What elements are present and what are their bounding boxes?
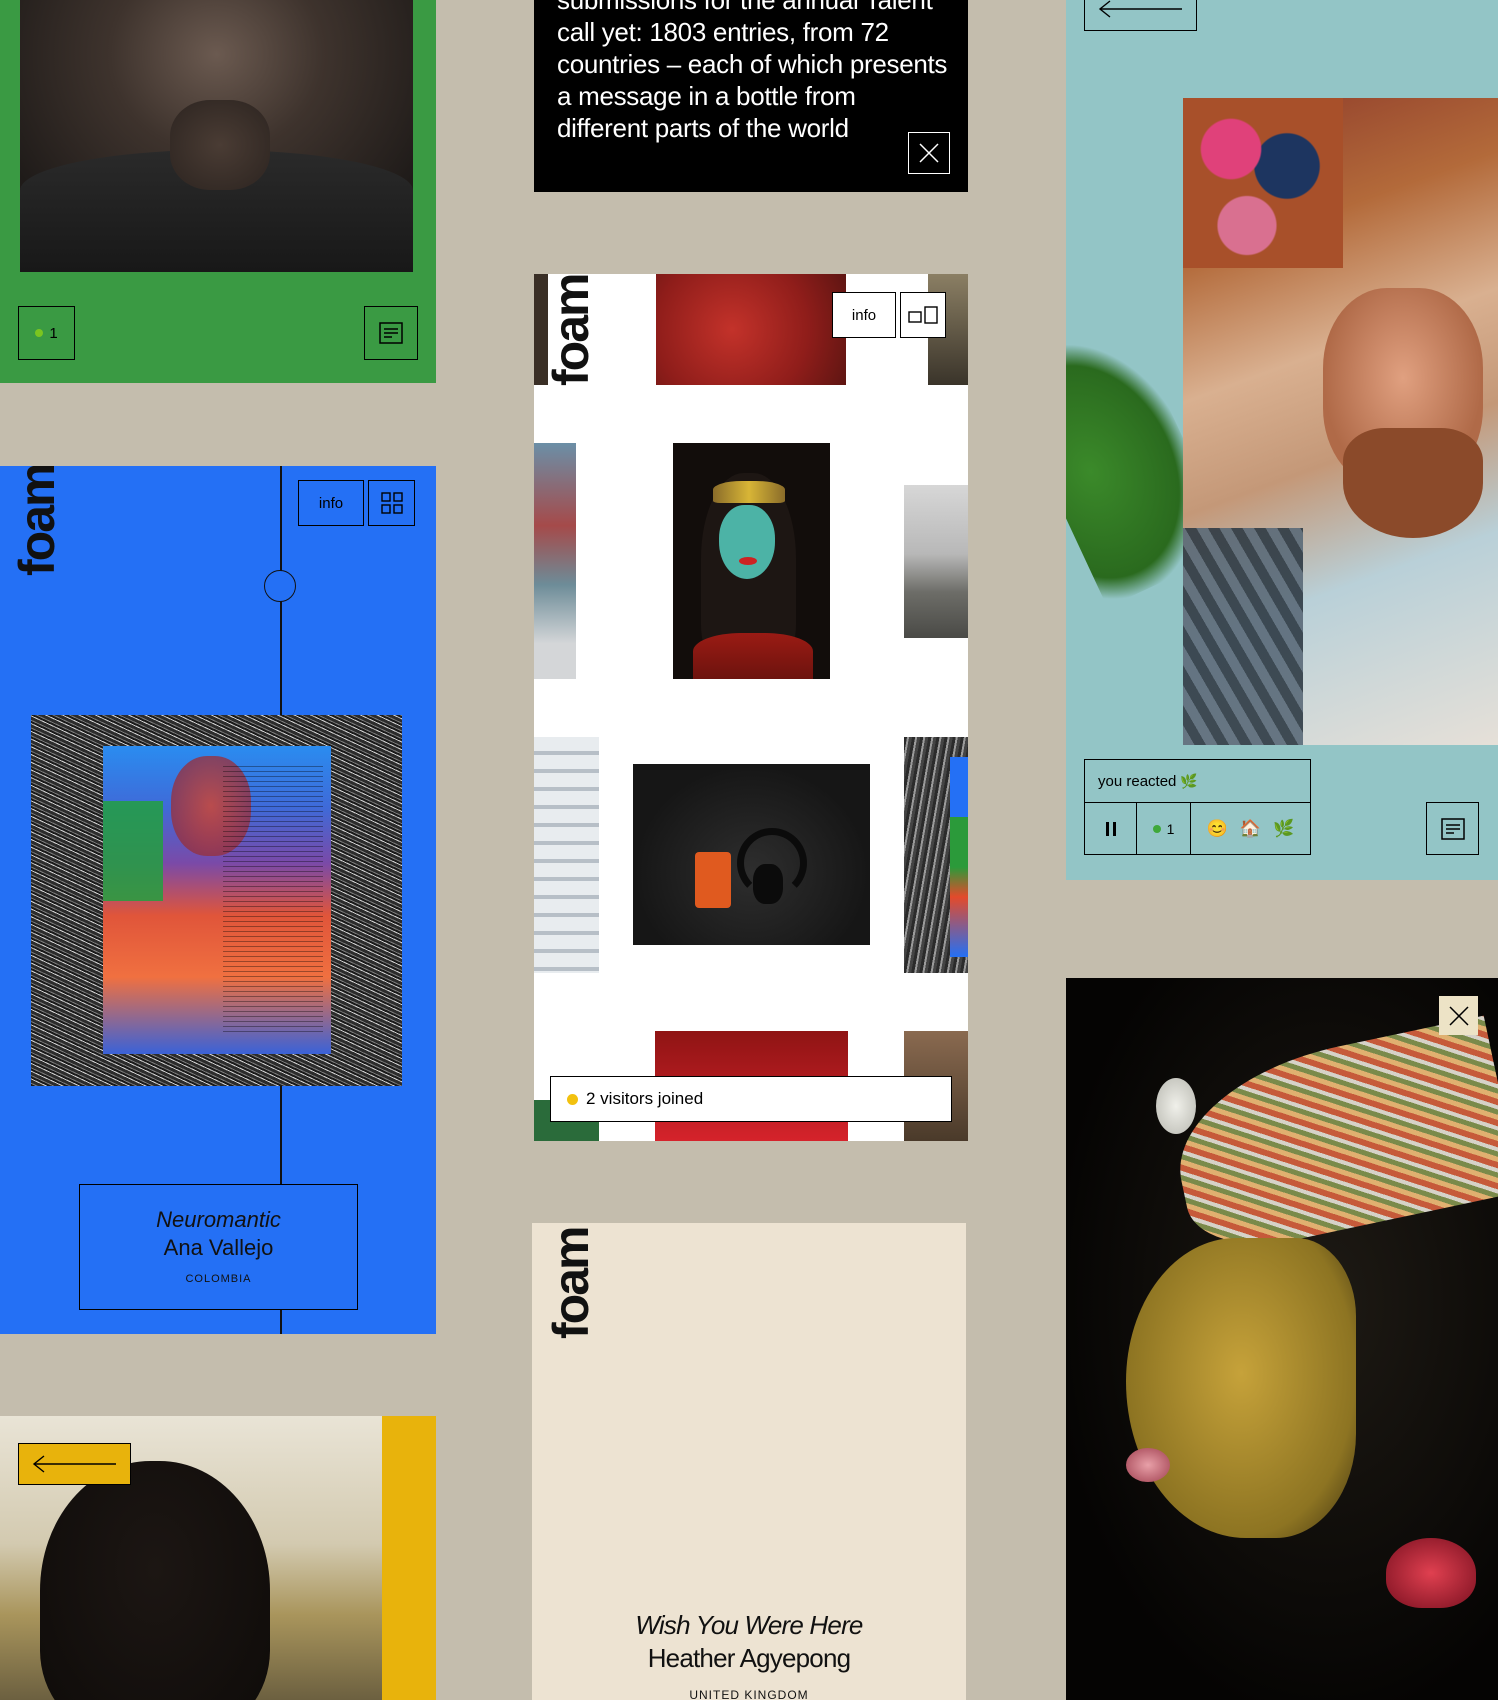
- viewer-count-button[interactable]: 1: [1136, 802, 1191, 855]
- earcup-shape: [753, 864, 783, 904]
- visitors-text: 2 visitors joined: [586, 1089, 704, 1108]
- artist-country: COLOMBIA: [185, 1273, 252, 1285]
- artwork-caption[interactable]: Wish You Were Here Heather Agyepong UNIT…: [532, 1610, 966, 1700]
- gallery-thumb-blinds[interactable]: [534, 737, 599, 973]
- gallery-thumb-masked-portrait[interactable]: [673, 443, 830, 679]
- details-button[interactable]: [1426, 802, 1479, 855]
- details-button[interactable]: [364, 306, 418, 360]
- leaf-emoji-button[interactable]: 🌿: [1273, 819, 1294, 839]
- close-icon: [1448, 1005, 1469, 1026]
- yellow-video-panel: [0, 1416, 436, 1700]
- close-icon: [919, 143, 939, 163]
- black-text-banner: submissions for the annual Talent call y…: [534, 0, 968, 192]
- lips-shape: [739, 557, 757, 565]
- banner-text: submissions for the annual Talent call y…: [557, 0, 948, 143]
- text-overlay: [223, 766, 323, 1036]
- viewer-count-button[interactable]: 1: [18, 306, 75, 360]
- artist-name: Ana Vallejo: [163, 1235, 274, 1260]
- artist-country: UNITED KINGDOM: [689, 1688, 809, 1700]
- info-label: info: [318, 494, 344, 512]
- headdress-shape: [713, 481, 785, 503]
- live-dot-icon: [1152, 824, 1161, 833]
- gallery-thumb-headphones[interactable]: [633, 764, 870, 945]
- teal-video-panel: you reacted 🌿 1 😊 🏠 🌿: [1066, 0, 1498, 880]
- cream-artwork-panel: foam Wish You Were Here Heather Agyepong…: [532, 1223, 966, 1700]
- reaction-text: you reacted: [1098, 772, 1177, 790]
- green-video-panel: 1: [0, 0, 436, 383]
- info-button[interactable]: info: [298, 480, 364, 526]
- portrait-panel: [1066, 978, 1498, 1700]
- portrait-photo-face: [20, 0, 413, 272]
- flowers-shape: [1183, 98, 1343, 268]
- blue-artwork-panel: foam info Neuromantic Ana Vallejo COLOMB…: [0, 466, 436, 1334]
- pause-button[interactable]: [1084, 802, 1137, 855]
- gallery-thumb-landscape[interactable]: [904, 485, 968, 638]
- artwork-neuromantic[interactable]: [31, 715, 402, 1086]
- red-garment-shape: [693, 633, 813, 679]
- grid-view-button[interactable]: [368, 480, 415, 526]
- status-dot-icon: [567, 1093, 578, 1105]
- banner-close-button[interactable]: [908, 132, 950, 174]
- document-icon: [1440, 817, 1465, 840]
- split-view-icon: [908, 306, 938, 324]
- document-icon: [379, 322, 403, 344]
- glitch-color-strip: [950, 757, 968, 957]
- artwork-caption[interactable]: Neuromantic Ana Vallejo COLOMBIA: [79, 1184, 358, 1310]
- foam-logo: foam: [9, 466, 65, 576]
- back-button[interactable]: [1084, 0, 1197, 31]
- info-button[interactable]: info: [832, 292, 896, 338]
- foam-logo: foam: [543, 274, 599, 386]
- lips-shape: [1126, 1448, 1170, 1482]
- headdress-beads-shape: [1160, 1015, 1498, 1261]
- artwork-figure: [103, 746, 331, 1054]
- arrow-left-icon: [32, 1455, 116, 1473]
- leaf-emoji-icon: 🌿: [1180, 772, 1198, 789]
- live-dot-icon: [35, 329, 44, 337]
- neck-shape: [170, 100, 270, 190]
- grid-icon: [380, 492, 403, 514]
- timeline-node[interactable]: [264, 570, 296, 602]
- chain-shape: [1183, 528, 1303, 745]
- emoji-reactions: 😊 🏠 🌿: [1190, 802, 1311, 855]
- info-label: info: [851, 306, 877, 324]
- gallery-thumb-market[interactable]: [534, 443, 576, 679]
- gallery-thumb-glitch[interactable]: [904, 737, 968, 973]
- viewer-count: 1: [1166, 820, 1175, 837]
- artist-name: Heather Agyepong: [647, 1643, 851, 1673]
- beard-shape: [1343, 428, 1483, 538]
- artwork-title: Wish You Were Here: [635, 1610, 863, 1640]
- green-block: [103, 801, 163, 901]
- head-shape: [40, 1461, 270, 1700]
- reaction-label: you reacted 🌿: [1084, 759, 1311, 803]
- arrow-left-icon: [1098, 0, 1182, 18]
- gallery-thumb-red-fabric[interactable]: [656, 274, 846, 385]
- viewer-count: 1: [49, 324, 58, 342]
- pause-icon: [1105, 821, 1116, 836]
- view-toggle-button[interactable]: [900, 292, 946, 338]
- back-button[interactable]: [18, 1443, 131, 1485]
- smile-emoji-button[interactable]: 😊: [1207, 819, 1228, 839]
- collage-artwork-photo: [1183, 98, 1498, 745]
- earring-shape: [1386, 1538, 1476, 1608]
- foam-logo: foam: [543, 1227, 599, 1339]
- visitors-toast: 2 visitors joined: [550, 1076, 952, 1122]
- orange-device-shape: [695, 852, 731, 908]
- yellow-face-shape: [1126, 1238, 1356, 1538]
- gallery-panel: foam info 2 visitors joined: [534, 274, 968, 1141]
- face-mask-shape: [719, 505, 775, 579]
- beaded-portrait-photo: [1066, 978, 1498, 1700]
- artwork-title: Neuromantic: [156, 1207, 281, 1232]
- gallery-thumb-edge-left[interactable]: [534, 274, 548, 385]
- house-emoji-button[interactable]: 🏠: [1240, 819, 1261, 839]
- cowrie-shell-shape: [1156, 1078, 1196, 1134]
- close-button[interactable]: [1439, 996, 1478, 1035]
